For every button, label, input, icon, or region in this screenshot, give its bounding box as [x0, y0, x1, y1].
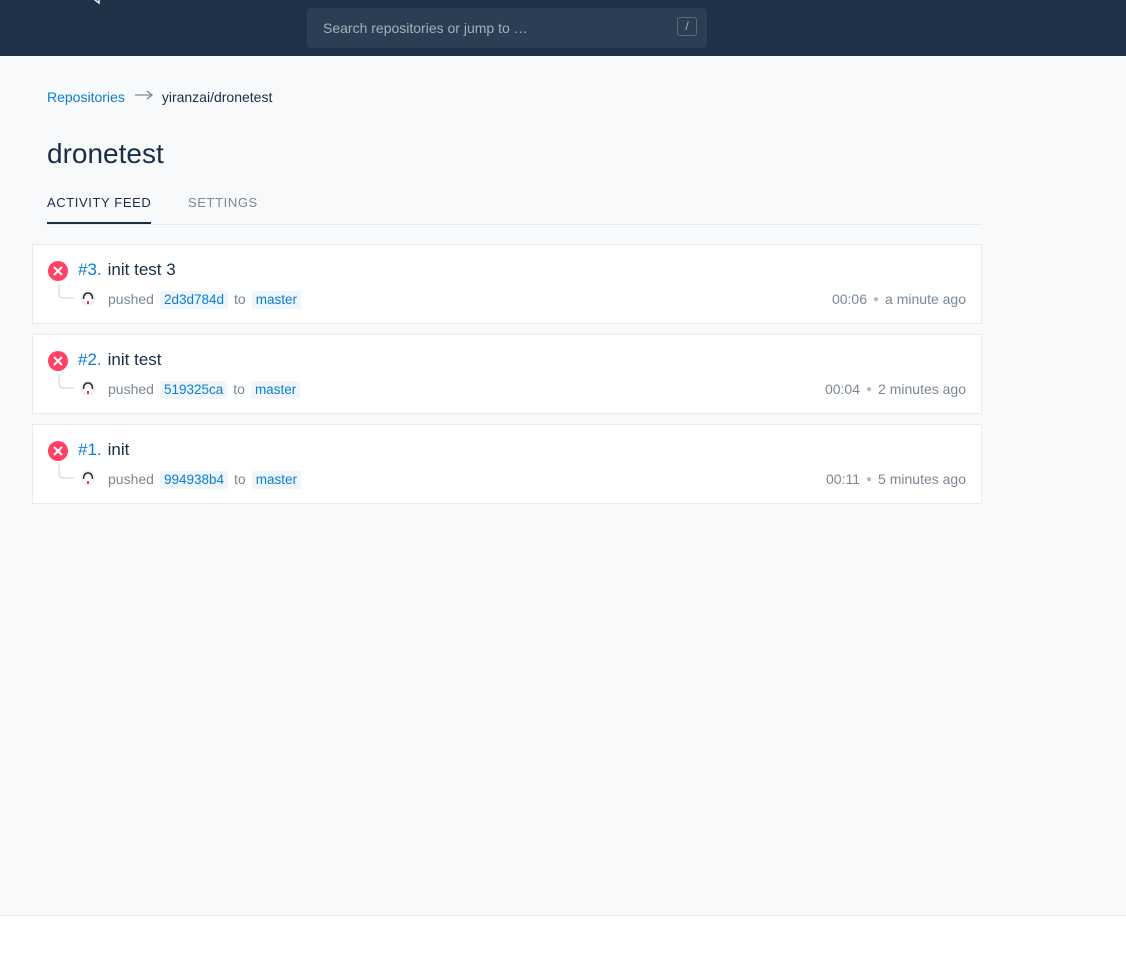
search-input[interactable] — [307, 8, 667, 48]
build-duration: 00:04 — [824, 381, 860, 397]
event-action: pushed — [108, 291, 154, 307]
tree-connector-icon — [58, 464, 74, 479]
top-navigation-bar: / — [0, 0, 1126, 56]
build-title: #2. init test — [78, 350, 162, 370]
build-meta: pushed 2d3d784d to master — [108, 290, 307, 309]
event-to: to — [233, 381, 245, 397]
build-number[interactable]: #2. — [78, 350, 102, 369]
event-action: pushed — [108, 381, 154, 397]
failure-status-icon — [48, 351, 68, 371]
commit-message: init — [107, 440, 130, 459]
build-age: a minute ago — [885, 291, 966, 307]
build-time: 00:06 ● a minute ago — [832, 290, 966, 311]
build-age: 2 minutes ago — [878, 381, 966, 397]
build-duration: 00:06 — [831, 291, 867, 307]
commit-message: init test 3 — [107, 260, 176, 279]
footer — [0, 915, 1126, 958]
commit-message: init test — [107, 350, 162, 369]
build-card[interactable]: #3. init test 3 pushed 2d3d784d to master 00… — [32, 244, 982, 324]
failure-status-icon — [48, 441, 68, 461]
event-to: to — [234, 291, 246, 307]
avatar — [81, 291, 95, 305]
separator-dot: ● — [866, 474, 873, 485]
event-action: pushed — [108, 471, 154, 487]
event-to: to — [234, 471, 246, 487]
build-meta: pushed 994938b4 to master — [108, 470, 307, 489]
failure-status-icon — [48, 261, 68, 281]
commit-sha-link[interactable]: 519325ca — [159, 381, 228, 399]
build-number[interactable]: #3. — [78, 260, 102, 279]
avatar — [81, 381, 95, 395]
build-title: #3. init test 3 — [78, 260, 176, 280]
build-card[interactable]: #1. init pushed 994938b4 to master 00:11 ● 5 m… — [32, 424, 982, 504]
commit-sha-link[interactable]: 994938b4 — [159, 471, 229, 489]
build-card[interactable]: #2. init test pushed 519325ca to master 00:0… — [32, 334, 982, 414]
tab-settings[interactable]: SETTINGS — [188, 190, 258, 223]
commit-sha-link[interactable]: 2d3d784d — [159, 291, 229, 309]
page-title: dronetest — [47, 138, 164, 169]
build-duration: 00:11 — [826, 471, 860, 487]
build-number[interactable]: #1. — [78, 440, 102, 459]
build-time: 00:11 ● 5 minutes ago — [826, 470, 966, 491]
avatar — [81, 471, 95, 485]
branch-link[interactable]: master — [250, 381, 301, 399]
drone-logo-icon[interactable] — [92, 0, 106, 6]
breadcrumb-current-repo: yiranzai/dronetest — [161, 89, 273, 105]
tab-activity-feed[interactable]: ACTIVITY FEED — [47, 190, 152, 224]
build-time: 00:04 ● 2 minutes ago — [825, 380, 966, 401]
separator-dot: ● — [873, 294, 880, 305]
tree-connector-icon — [58, 284, 74, 299]
build-title: #1. init — [78, 440, 129, 460]
search-shortcut-hint: / — [677, 17, 697, 36]
repo-tabs: ACTIVITY FEED SETTINGS — [47, 190, 982, 225]
tree-connector-icon — [58, 374, 74, 389]
breadcrumb-repositories-link[interactable]: Repositories — [47, 89, 125, 105]
build-meta: pushed 519325ca to master — [108, 380, 306, 399]
arrow-right-icon — [134, 90, 153, 100]
search-box[interactable]: / — [307, 8, 707, 48]
separator-dot: ● — [866, 384, 873, 395]
branch-link[interactable]: master — [251, 291, 301, 309]
branch-link[interactable]: master — [251, 471, 301, 489]
breadcrumb: Repositories yiranzai/dronetest — [47, 88, 272, 106]
build-age: 5 minutes ago — [878, 471, 966, 487]
